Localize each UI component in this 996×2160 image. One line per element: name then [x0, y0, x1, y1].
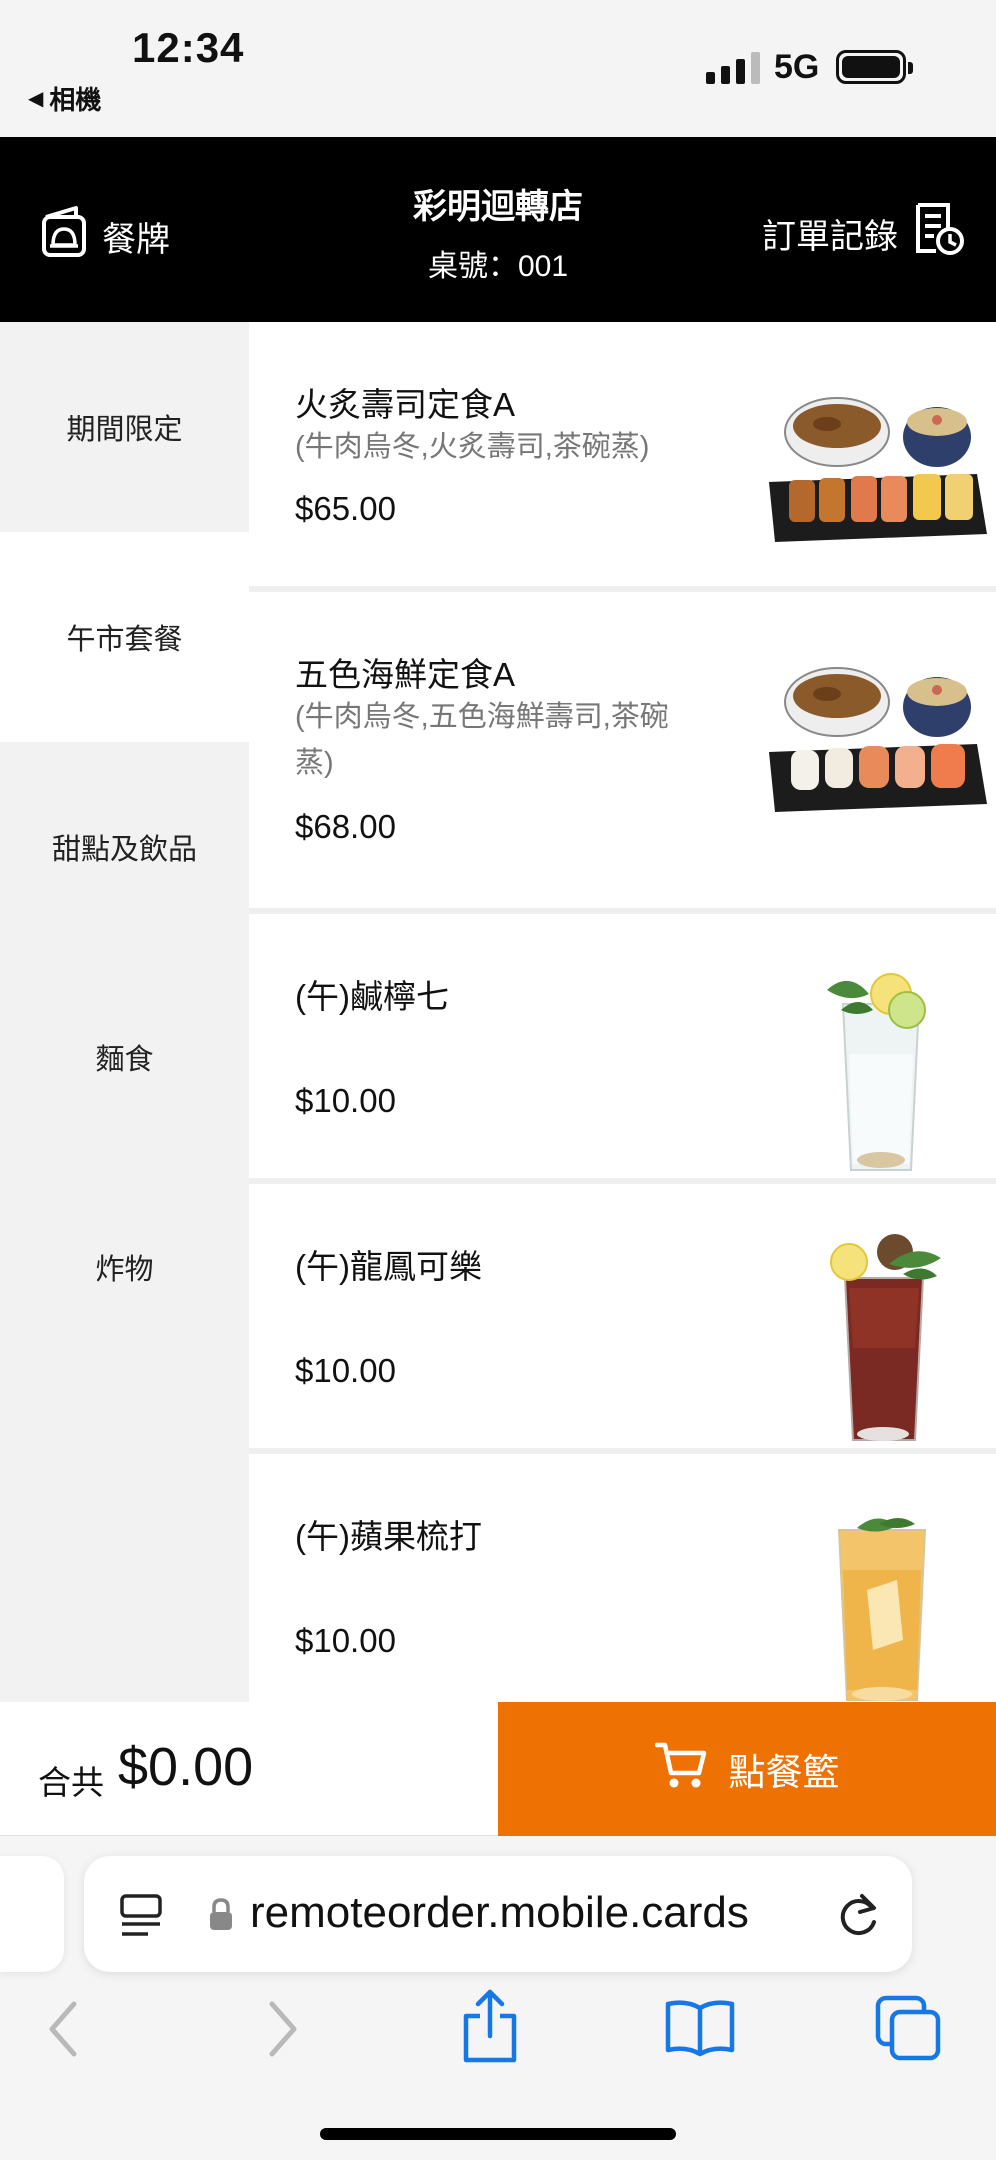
menu-item-list[interactable]: 火炙壽司定食A (牛肉烏冬,火炙壽司,茶碗蒸) $65.00 五色海鮮定食A (…	[249, 322, 996, 1702]
order-summary-bar: 合共 $0.00 點餐籃	[0, 1702, 996, 1836]
item-name: (午)鹹檸七	[295, 978, 449, 1015]
category-label: 午市套餐	[66, 624, 183, 656]
category-label: 炸物	[95, 1254, 154, 1286]
app-header: 餐牌 彩明迴轉店 桌號：001 訂單記錄	[0, 137, 996, 322]
back-arrow-icon[interactable]	[44, 1994, 84, 2069]
back-to-app-link[interactable]: ◀ 相機	[28, 80, 101, 117]
item-price: $65.00	[295, 490, 396, 527]
receipt-clock-icon	[912, 201, 966, 266]
bookmarks-icon[interactable]	[664, 1998, 736, 2063]
apple-soda-icon	[827, 1510, 937, 1702]
item-price: $10.00	[295, 1622, 396, 1659]
menu-item-card[interactable]: 五色海鮮定食A (牛肉烏冬,五色海鮮壽司,茶碗蒸) $68.00	[249, 592, 996, 908]
network-type: 5G	[774, 48, 820, 86]
total-label: 合共	[38, 1764, 104, 1801]
category-label: 甜點及飲品	[51, 834, 197, 866]
order-history-label: 訂單記錄	[762, 218, 898, 256]
category-sidebar: 期間限定 午市套餐 甜點及飲品 麵食 炸物	[0, 322, 249, 1702]
previous-tab-peek[interactable]	[0, 1856, 64, 1972]
menu-item-card[interactable]: (午)蘋果梳打 $10.00	[249, 1454, 996, 1702]
sushi-set-icon	[767, 652, 989, 827]
home-indicator[interactable]	[320, 2128, 676, 2140]
order-history-button[interactable]: 訂單記錄	[762, 201, 966, 266]
category-label: 麵食	[95, 1044, 154, 1076]
item-price: $68.00	[295, 808, 396, 845]
cola-icon	[819, 1228, 949, 1453]
item-description: (牛肉烏冬,五色海鮮壽司,茶碗蒸)	[295, 701, 669, 779]
cart-icon	[654, 1741, 707, 1798]
lock-icon	[208, 1898, 234, 1937]
battery-icon	[836, 50, 913, 84]
item-name: 火炙壽司定食A	[295, 386, 516, 423]
item-name: (午)蘋果梳打	[295, 1518, 482, 1555]
status-bar: 12:34 ◀ 相機 5G	[0, 0, 996, 137]
menu-item-card[interactable]: 火炙壽司定食A (牛肉烏冬,火炙壽司,茶碗蒸) $65.00	[249, 322, 996, 586]
tabs-icon[interactable]	[874, 1994, 942, 2067]
item-price: $10.00	[295, 1082, 396, 1119]
order-basket-button[interactable]: 點餐籃	[498, 1702, 996, 1836]
item-description: (牛肉烏冬,火炙壽司,茶碗蒸)	[295, 431, 650, 463]
back-app-label: 相機	[49, 85, 102, 115]
reload-icon[interactable]	[834, 1890, 882, 1945]
back-triangle-icon: ◀	[28, 88, 44, 110]
item-name: (午)龍鳳可樂	[295, 1248, 482, 1285]
address-bar[interactable]: remoteorder.mobile.cards	[84, 1856, 912, 1972]
browser-chrome: remoteorder.mobile.cards	[0, 1836, 996, 2160]
category-item[interactable]: 麵食	[0, 952, 249, 1162]
category-item[interactable]: 甜點及飲品	[0, 742, 249, 952]
forward-arrow-icon[interactable]	[262, 1994, 302, 2069]
order-basket-label: 點餐籃	[728, 1752, 840, 1793]
category-item[interactable]: 期間限定	[0, 322, 249, 532]
total-amount: $0.00	[118, 1737, 254, 1797]
item-price: $10.00	[295, 1352, 396, 1389]
category-label: 期間限定	[66, 414, 183, 446]
status-time: 12:34	[132, 24, 245, 71]
category-item-active[interactable]: 午市套餐	[0, 532, 249, 742]
share-icon[interactable]	[460, 1986, 520, 2071]
menu-item-card[interactable]: (午)鹹檸七 $10.00	[249, 914, 996, 1178]
lemon-soda-icon	[819, 964, 939, 1183]
cellular-signal-icon	[706, 50, 760, 84]
item-name: 五色海鮮定食A	[295, 656, 516, 693]
reader-mode-icon[interactable]	[118, 1894, 164, 1943]
category-item[interactable]: 炸物	[0, 1162, 249, 1372]
menu-item-card[interactable]: (午)龍鳳可樂 $10.00	[249, 1184, 996, 1448]
sushi-set-icon	[767, 382, 989, 557]
url-text: remoteorder.mobile.cards	[250, 1888, 749, 1937]
